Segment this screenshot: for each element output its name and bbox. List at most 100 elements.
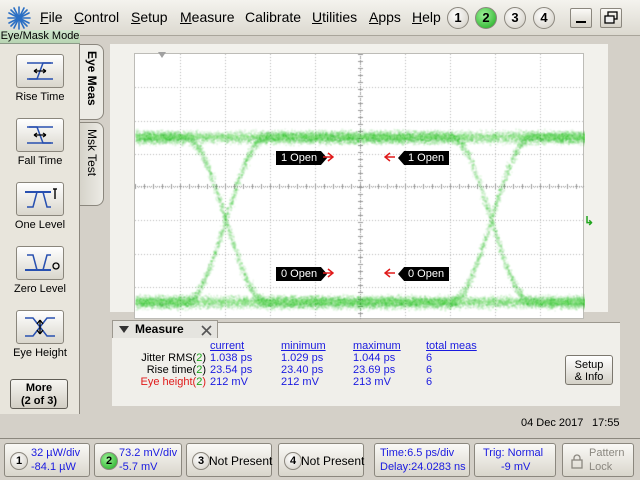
time-reference-marker-icon [158, 52, 166, 60]
value-maximum: 1.044 ps [353, 352, 395, 364]
minimize-button[interactable] [570, 8, 592, 28]
column-maximum: maximum [353, 340, 401, 352]
date-display: 04 Dec 2017 [521, 417, 583, 429]
menu-apps-label: pps [378, 9, 401, 25]
measurement-name[interactable]: Rise time(2) [116, 364, 206, 376]
more-button[interactable]: More (2 of 3) [10, 379, 68, 409]
tab-eye-meas[interactable]: Eye Meas [80, 44, 104, 120]
menu-calibrate-label: Calibrate [245, 9, 301, 25]
eye-window-marker-icon [322, 267, 334, 279]
menu-file-label: ile [49, 9, 63, 25]
menu-file-mnemonic: F [40, 9, 49, 25]
channel-3-state: Not Present [209, 454, 272, 468]
value-minimum: 1.029 ps [281, 352, 323, 364]
channel-3-status[interactable]: 3 Not Present [186, 443, 272, 477]
column-total-meas: total meas [426, 340, 477, 352]
eye-open-label-1-left: 1 Open [276, 151, 327, 165]
menu-utilities[interactable]: Utilities [312, 9, 357, 25]
value-current: 1.038 ps [210, 352, 252, 364]
fall-time-tool[interactable]: Fall Time [2, 114, 78, 174]
value-maximum: 23.69 ps [353, 364, 395, 376]
measure-panel-header[interactable]: Measure [112, 320, 218, 338]
channel-2-status[interactable]: 2 73.2 mV/div -5.7 mV [94, 443, 182, 477]
menu-apps-mnemonic: A [369, 9, 378, 25]
measure-panel-title: Measure [135, 322, 184, 336]
setup-info-label-2: & Info [566, 371, 612, 383]
eye-height-button[interactable] [16, 310, 64, 344]
fall-time-label: Fall Time [2, 155, 78, 167]
tab-msk-test-label: Msk Test [85, 129, 99, 176]
fall-time-button[interactable] [16, 118, 64, 152]
trigger-level: -9 mV [501, 461, 530, 473]
zero-level-icon [17, 247, 63, 279]
value-minimum: 212 mV [281, 376, 319, 388]
channel-2-scale: 73.2 mV/div [119, 447, 177, 459]
eye-height-label: Eye Height [2, 347, 78, 359]
one-level-icon [17, 183, 63, 215]
menu-file[interactable]: File [40, 9, 63, 25]
menu-measure-mnemonic: M [180, 9, 192, 25]
menu-setup[interactable]: Setup [131, 9, 168, 25]
eye-height-tool[interactable]: Eye Height [2, 306, 78, 366]
menu-control-label: ontrol [84, 9, 119, 25]
measurement-name[interactable]: Eye height(2) [116, 376, 206, 388]
menu-help-label: elp [422, 9, 441, 25]
trigger-level-marker-icon[interactable]: ↳ [584, 214, 594, 228]
rise-time-button[interactable] [16, 54, 64, 88]
eye-diagram-trace [135, 54, 585, 320]
one-level-button[interactable] [16, 182, 64, 216]
measurement-name[interactable]: Jitter RMS(2) [116, 352, 206, 364]
timebase-status[interactable]: Time:6.5 ps/div Delay:24.0283 ns [374, 443, 470, 477]
close-icon[interactable] [201, 325, 212, 336]
value-maximum: 213 mV [353, 376, 391, 388]
pattern-lock-label-2: Lock [589, 461, 612, 473]
channel-4-badge: 4 [284, 452, 302, 470]
setup-info-button[interactable]: Setup & Info [565, 355, 613, 385]
value-current: 212 mV [210, 376, 248, 388]
channel-2-offset: -5.7 mV [119, 461, 158, 473]
waveform-graticule[interactable] [134, 53, 584, 319]
measurement-paren: ) [202, 364, 206, 376]
channel-1-button[interactable]: 1 [447, 7, 469, 29]
trigger-mode: Trig: Normal [483, 447, 543, 459]
collapse-chevron-icon[interactable] [119, 326, 129, 334]
time-display: 17:55 [592, 417, 620, 429]
measurement-paren: ) [202, 376, 206, 388]
channel-4-status[interactable]: 4 Not Present [278, 443, 364, 477]
tab-msk-test[interactable]: Msk Test [80, 122, 104, 206]
value-total: 6 [426, 364, 432, 376]
rise-time-tool[interactable]: Rise Time [2, 50, 78, 110]
restore-icon [601, 9, 621, 27]
one-level-label: One Level [2, 219, 78, 231]
channel-3-badge: 3 [192, 452, 210, 470]
menu-calibrate[interactable]: Calibrate [245, 9, 301, 25]
eye-open-label-1-right: 1 Open [398, 151, 449, 165]
rise-time-icon [17, 55, 63, 87]
channel-2-button[interactable]: 2 [475, 7, 497, 29]
trigger-status[interactable]: Trig: Normal -9 mV [474, 443, 556, 477]
measurement-name-text: Rise time( [147, 364, 197, 376]
tab-eye-meas-label: Eye Meas [85, 51, 99, 106]
menu-utilities-mnemonic: U [312, 9, 322, 25]
menu-setup-label: etup [140, 9, 167, 25]
zero-level-button[interactable] [16, 246, 64, 280]
channel-1-offset: -84.1 µW [31, 461, 76, 473]
menu-control[interactable]: Control [74, 9, 119, 25]
channel-4-button[interactable]: 4 [533, 7, 555, 29]
menu-help[interactable]: Help [412, 9, 441, 25]
menu-control-mnemonic: C [74, 9, 84, 25]
one-level-tool[interactable]: One Level [2, 178, 78, 238]
menu-measure-label: easure [192, 9, 235, 25]
channel-1-badge: 1 [10, 452, 28, 470]
restore-button[interactable] [600, 8, 622, 28]
column-minimum: minimum [281, 340, 326, 352]
eye-open-label-0-left: 0 Open [276, 267, 327, 281]
channel-1-status[interactable]: 1 32 µW/div -84.1 µW [4, 443, 90, 477]
menu-setup-mnemonic: S [131, 9, 140, 25]
zero-level-tool[interactable]: Zero Level [2, 242, 78, 302]
eye-open-label-0-right: 0 Open [398, 267, 449, 281]
channel-3-button[interactable]: 3 [504, 7, 526, 29]
menu-apps[interactable]: Apps [369, 9, 401, 25]
menu-measure[interactable]: Measure [180, 9, 234, 25]
pattern-lock-button[interactable]: Pattern Lock [562, 443, 634, 477]
